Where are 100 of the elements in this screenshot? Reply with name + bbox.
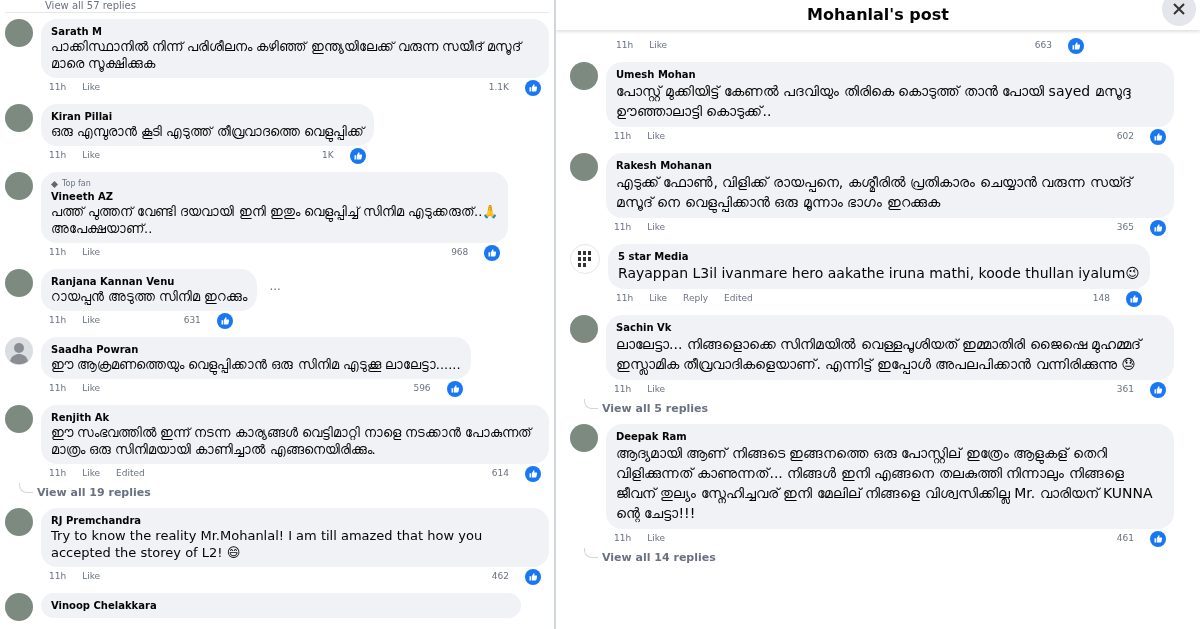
comment-text: എടുക്ക് ഫോൺ, വിളിക്ക് രായപ്പനെ, കശ്മീരിൽ പ്രതികാരം ചെയ്യാൻ വരുന്ന സയ്ദ് മസൂദ് നെ വെളുപ്പിക്കാൻ ഒരു മൂന്നാം ഭാഗം ഇറക്കുക [616,172,1164,212]
comment-action[interactable]: Like [82,570,101,584]
timestamp[interactable]: 11h [614,383,632,397]
close-icon [1173,3,1185,15]
author-name[interactable]: Saadha Powran [51,343,461,356]
comment-action[interactable]: Edited [724,292,753,306]
thumbs-up-icon [1150,531,1166,547]
author-name[interactable]: Vinoop Chelakkara [51,599,511,612]
reaction-count[interactable]: 614 [491,467,509,481]
view-replies-link[interactable]: View all 19 replies [37,484,151,502]
timestamp[interactable]: 11h [614,130,632,144]
author-name[interactable]: Ranjana Kannan Venu [51,275,248,288]
comment-action[interactable]: Like [82,149,101,163]
timestamp[interactable]: 11h [49,570,67,584]
reaction-count[interactable]: 148 [1092,292,1110,306]
reaction-count[interactable]: 365 [1116,221,1134,235]
author-name[interactable]: RJ Premchandra [51,514,539,527]
avatar-photo-placeholder[interactable] [570,315,598,343]
comment-text: ഈ ആക്രമണത്തെയും വെളുപ്പിക്കാൻ ഒരു സിനിമ എടുക്കൂ ലാലേട്ടാ...... [51,356,461,373]
comment-text: ആദ്യമായി ആണ് നിങ്ങടെ ഇങ്ങനത്തെ ഒരു പോസ്റ്റില് ഇത്രേം ആളുകള് തെറി വിളിക്കുന്നത് കാണുന്നത്... നിങ്ങൾ ഇനി എങ്ങനെ തലകുത്തി നിന്നാലും നിങ്ങളെ ജീവന് തുല്യം സ്നേഹിച്ചവര് ഇനി മേലില് നിങ്ങളെ വിശ്വസിക്കില്ല Mr. വാരിയന് KUNNA ന്റെ ചേട്ടാ!!! [616,444,1154,523]
author-name[interactable]: Sachin Vk [616,321,1164,334]
thumbs-up-icon [349,148,366,164]
thumbs-up-icon [525,80,541,96]
author-name[interactable]: Kiran Pillai [51,110,364,123]
timestamp[interactable]: 11h [616,292,634,306]
reaction-count[interactable]: 462 [491,570,509,584]
comment-text: Try to know the reality Mr.Mohanlal! I am till amazed that how you accepted the storey of L2! 😄 [51,527,484,561]
comment-action[interactable]: Edited [116,467,145,481]
thumbs-up-icon [525,569,541,585]
post-title: Mohanlal's post [807,4,949,26]
comment-text: അപേക്ഷയാണ്.. [51,220,154,237]
reaction-count[interactable]: 1.1K [488,81,509,95]
avatar-photo-placeholder[interactable] [5,19,33,47]
author-name[interactable]: Rakesh Mohanan [616,159,1164,172]
thumbs-up-icon [446,381,463,397]
avatar-photo-placeholder[interactable] [570,424,598,452]
comment-action[interactable]: Like [647,221,666,235]
reaction-count[interactable]: 631 [183,314,201,328]
comment-action[interactable]: Like [82,81,101,95]
avatar-photo-placeholder[interactable] [5,104,33,132]
view-replies-link[interactable]: View all 5 replies [602,400,709,418]
comment-action[interactable]: Like [82,314,101,328]
author-name[interactable]: Umesh Mohan [616,68,1164,81]
author-name[interactable]: Renjith Ak [51,411,539,424]
thumbs-up-icon [1150,220,1166,236]
avatar-photo-placeholder[interactable] [5,508,33,536]
reaction-count[interactable]: 1K [322,149,334,163]
avatar-photo-placeholder[interactable] [570,153,598,181]
avatar-photo-placeholder[interactable] [5,593,33,621]
author-name[interactable]: Vineeth AZ [51,190,499,203]
author-name[interactable]: Sarath M [51,25,539,38]
grid-logo-icon [577,249,593,269]
timestamp[interactable]: 11h [49,382,67,396]
view-replies-link[interactable]: View all 14 replies [602,549,716,567]
comment-text: ഒരു എമ്പുരാൻ കൂടി എടുത്ത് തീവ്രവാദത്തെ വെളുപ്പിക്ക് [51,123,364,140]
author-name[interactable]: 5 star Media [618,250,1140,263]
avatar-logo[interactable] [570,244,600,274]
thread-line [19,483,33,493]
comment-action[interactable]: Like [647,383,666,397]
author-name[interactable]: Deepak Ram [616,430,1164,443]
thumbs-up-icon [1068,38,1084,54]
more-options-button[interactable]: ··· [269,281,281,299]
comment-action[interactable]: Like [647,130,666,144]
avatar-silhouette-icon[interactable] [5,337,33,365]
comment-action[interactable]: Like [82,467,101,481]
diamond-icon [51,180,58,188]
comment-action[interactable]: Like [649,39,668,53]
comment-action[interactable]: Like [649,292,668,306]
timestamp[interactable]: 11h [614,221,632,235]
timestamp[interactable]: 11h [49,314,67,328]
avatar-photo-placeholder[interactable] [570,62,598,90]
avatar-photo-placeholder[interactable] [5,269,33,297]
reaction-count[interactable]: 596 [413,382,431,396]
reaction-count[interactable]: 968 [451,246,469,260]
reaction-count[interactable]: 461 [1116,532,1134,546]
timestamp[interactable]: 11h [616,39,634,53]
comment-text: പാക്കിസ്ഥാനിൽ നിന്ന് പരിശീലനം കഴിഞ്ഞ് ഇന്ത്യയിലേക്ക് വരുന്ന സയീദ് മസൂദ് മാരെ സൂക്ഷിക്കുക [51,38,524,72]
comment-action[interactable]: Reply [683,292,709,306]
comment-action[interactable]: Like [647,532,666,546]
avatar-photo-placeholder[interactable] [5,405,33,433]
avatar-photo-placeholder[interactable] [5,172,33,200]
reaction-count[interactable]: 361 [1116,383,1134,397]
comment-text: ഈ സംഭവത്തിൽ ഇന്ന് നടന്ന കാര്യങ്ങൾ വെട്ടിമാറ്റി നാളെ നടക്കാൻ പോകുന്നത് മാത്രം ഒരു സിനിമയായി കാണിച്ചാൽ എങ്ങനെയിരിക്കും. [51,424,534,458]
comment-action[interactable]: Like [82,246,101,260]
thumbs-up-icon [525,466,541,482]
timestamp[interactable]: 11h [49,246,67,260]
timestamp[interactable]: 11h [49,467,67,481]
close-button[interactable] [1162,0,1196,26]
reaction-count[interactable]: 602 [1116,130,1134,144]
reaction-count[interactable]: 663 [1034,39,1052,53]
comment-action[interactable]: Like [82,382,101,396]
timestamp[interactable]: 11h [49,81,67,95]
timestamp[interactable]: 11h [614,532,632,546]
thumbs-up-icon [1150,129,1166,145]
thumbs-up-icon [484,245,501,261]
timestamp[interactable]: 11h [49,149,67,163]
comment-text: Rayappan L3il ivanmare hero aakathe iruna mathi, koode thullan iyalum😉 [618,264,1140,283]
thumbs-up-icon [1125,291,1142,307]
thread-line [584,399,598,409]
view-replies-link[interactable]: View all 57 replies [5,0,549,13]
